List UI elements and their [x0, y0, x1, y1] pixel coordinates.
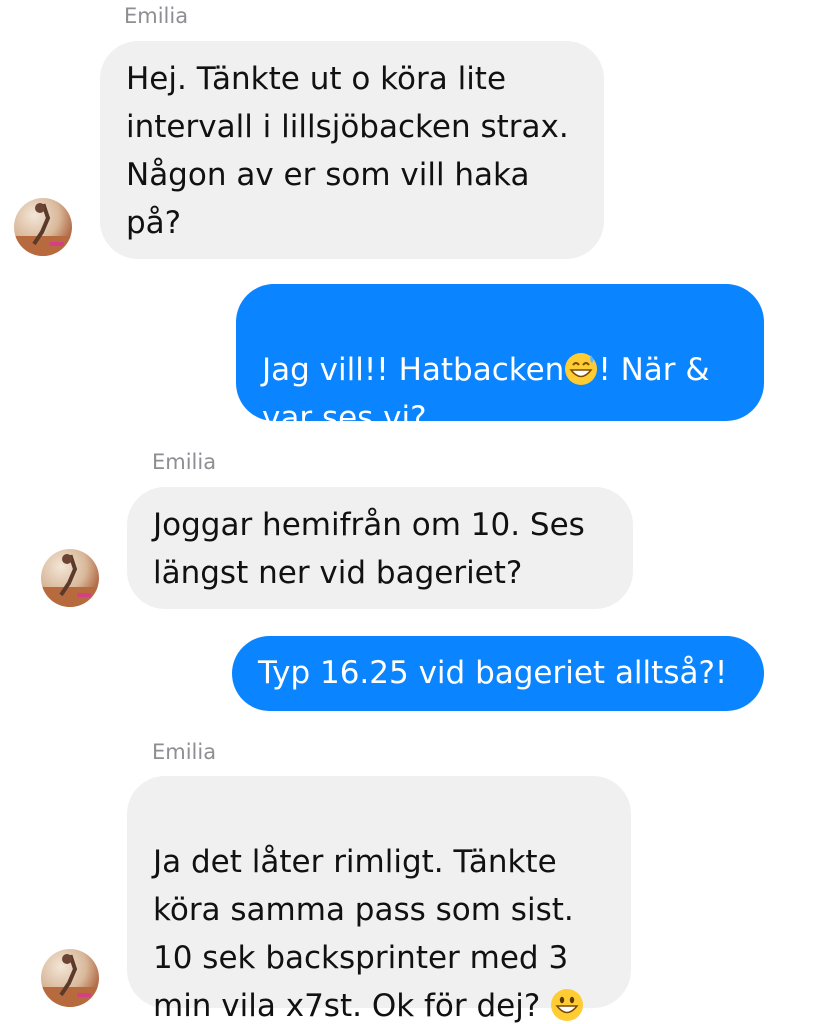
chat-thread: Emilia Hej. Tänkte ut o köra lite interv…	[0, 0, 821, 1024]
avatar-photo-icon	[41, 954, 99, 1007]
avatar[interactable]	[14, 198, 72, 256]
sender-name: Emilia	[152, 450, 217, 474]
outgoing-message-bubble[interactable]: Jag vill!! Hatbacken ! När & var ses vi?	[236, 284, 764, 436]
avatar-photo-icon	[41, 554, 99, 607]
message-text: Ja det låter rimligt. Tänkte köra samma …	[153, 844, 574, 1024]
avatar[interactable]	[41, 549, 99, 607]
grinning-sweat-emoji-icon	[565, 353, 598, 385]
incoming-message-bubble[interactable]: Joggar hemifrån om 10. Ses längst ner vi…	[127, 487, 633, 609]
sender-name: Emilia	[124, 4, 189, 28]
incoming-message-bubble[interactable]: Hej. Tänkte ut o köra lite intervall i l…	[100, 41, 604, 259]
sender-name: Emilia	[152, 740, 217, 764]
avatar-photo-icon	[14, 203, 72, 256]
incoming-message-bubble[interactable]: Ja det låter rimligt. Tänkte köra samma …	[127, 776, 631, 1024]
message-text: Jag vill!! Hatbacken	[262, 352, 565, 388]
grinning-emoji-icon	[551, 989, 584, 1021]
avatar[interactable]	[41, 949, 99, 1007]
outgoing-message-bubble[interactable]: Typ 16.25 vid bageriet alltså?!	[232, 636, 764, 711]
